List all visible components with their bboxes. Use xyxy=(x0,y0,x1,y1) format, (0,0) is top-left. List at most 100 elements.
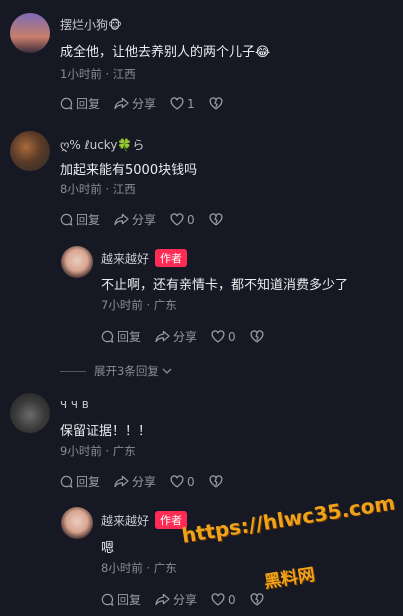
comment-username[interactable]: 摆烂小狗🐵 xyxy=(60,16,122,33)
comment-meta: 8小时前 · 江西 xyxy=(60,181,136,197)
share-button[interactable]: 分享 xyxy=(155,591,197,608)
comment-text: 成全他，让他去养别人的两个儿子😂 xyxy=(60,45,271,60)
reply-actions: 回复 分享 0 xyxy=(101,591,281,608)
share-icon xyxy=(114,97,129,110)
watermark-name: 黑料网 xyxy=(262,564,317,593)
reply-username-text: 越来越好 xyxy=(101,514,150,528)
like-button[interactable]: 1 xyxy=(170,97,195,111)
share-icon xyxy=(155,593,170,606)
reply-icon xyxy=(60,475,73,488)
meta-separator: · xyxy=(146,561,154,575)
reply-icon xyxy=(60,97,73,110)
chevron-down-icon xyxy=(162,368,172,374)
reply-time: 8小时前 xyxy=(101,561,143,575)
broken-heart-icon xyxy=(250,330,264,343)
reply-location: 广东 xyxy=(153,561,177,575)
expand-replies-button[interactable]: 展开3条回复 xyxy=(60,363,172,379)
share-icon xyxy=(155,330,170,343)
dislike-button[interactable] xyxy=(209,97,226,110)
comment-location: 江西 xyxy=(112,182,136,196)
like-count: 0 xyxy=(187,212,195,227)
comment-actions: 回复 分享 0 xyxy=(60,211,240,228)
avatar[interactable] xyxy=(10,393,50,433)
comment-username[interactable]: ч ч в xyxy=(60,397,89,411)
broken-heart-icon xyxy=(209,475,223,488)
like-button[interactable]: 0 xyxy=(211,593,236,607)
share-button[interactable]: 分享 xyxy=(114,211,156,228)
watermark-url: https://hlwc35.com xyxy=(180,490,397,548)
like-count: 0 xyxy=(187,474,195,489)
comment-time: 9小时前 xyxy=(60,444,102,458)
meta-separator: · xyxy=(105,67,113,81)
dislike-button[interactable] xyxy=(209,213,226,226)
comment-meta: 9小时前 · 广东 xyxy=(60,443,136,459)
like-button[interactable]: 0 xyxy=(170,475,195,489)
reply-label: 回复 xyxy=(76,97,101,111)
comment-text: 加起来能有5000块钱吗 xyxy=(60,163,198,178)
share-icon xyxy=(114,475,129,488)
share-button[interactable]: 分享 xyxy=(114,473,156,490)
meta-separator: · xyxy=(105,444,113,458)
share-label: 分享 xyxy=(132,475,157,489)
reply-actions: 回复 分享 0 xyxy=(101,328,281,345)
heart-icon xyxy=(170,213,184,226)
like-count: 1 xyxy=(187,96,195,111)
reply-meta: 7小时前 · 广东 xyxy=(101,297,177,313)
comment-location: 广东 xyxy=(112,444,136,458)
comment-time: 8小时前 xyxy=(60,182,102,196)
reply-label: 回复 xyxy=(76,475,101,489)
comment-location: 江西 xyxy=(112,67,136,81)
avatar[interactable] xyxy=(10,13,50,53)
like-count: 0 xyxy=(228,592,236,607)
reply-icon xyxy=(101,593,114,606)
expand-replies-label: 展开3条回复 xyxy=(94,364,159,378)
reply-icon xyxy=(101,330,114,343)
reply-label: 回复 xyxy=(76,213,101,227)
comment-actions: 回复 分享 0 xyxy=(60,473,240,490)
reply-location: 广东 xyxy=(153,298,177,312)
heart-icon xyxy=(170,97,184,110)
broken-heart-icon xyxy=(209,97,223,110)
avatar[interactable] xyxy=(10,131,50,171)
heart-icon xyxy=(211,593,225,606)
comment-username[interactable]: ღ% ℓucky🍀ら xyxy=(60,136,144,153)
like-count: 0 xyxy=(228,329,236,344)
share-icon xyxy=(114,213,129,226)
reply-label: 回复 xyxy=(117,593,142,607)
share-label: 分享 xyxy=(132,213,157,227)
meta-separator: · xyxy=(146,298,154,312)
reply-icon xyxy=(60,213,73,226)
reply-label: 回复 xyxy=(117,330,142,344)
share-button[interactable]: 分享 xyxy=(114,95,156,112)
reply-username[interactable]: 越来越好 作者 xyxy=(101,511,188,529)
like-button[interactable]: 0 xyxy=(211,330,236,344)
share-button[interactable]: 分享 xyxy=(155,328,197,345)
share-label: 分享 xyxy=(173,593,198,607)
share-label: 分享 xyxy=(132,97,157,111)
reply-button[interactable]: 回复 xyxy=(60,95,100,112)
reply-button[interactable]: 回复 xyxy=(60,211,100,228)
broken-heart-icon xyxy=(209,213,223,226)
avatar[interactable] xyxy=(61,246,93,278)
dislike-button[interactable] xyxy=(250,330,267,343)
reply-button[interactable]: 回复 xyxy=(60,473,100,490)
reply-meta: 8小时前 · 广东 xyxy=(101,560,177,576)
avatar[interactable] xyxy=(61,507,93,539)
reply-username-text: 越来越好 xyxy=(101,252,150,266)
heart-icon xyxy=(170,475,184,488)
comment-meta: 1小时前 · 江西 xyxy=(60,66,136,82)
reply-time: 7小时前 xyxy=(101,298,143,312)
reply-button[interactable]: 回复 xyxy=(101,591,141,608)
expand-divider xyxy=(60,370,86,372)
reply-username[interactable]: 越来越好 作者 xyxy=(101,249,188,267)
broken-heart-icon xyxy=(250,593,264,606)
comment-time: 1小时前 xyxy=(60,67,102,81)
reply-button[interactable]: 回复 xyxy=(101,328,141,345)
like-button[interactable]: 0 xyxy=(170,213,195,227)
meta-separator: · xyxy=(105,182,113,196)
reply-text: 不止啊，还有亲情卡，都不知道消费多少了 xyxy=(101,278,349,293)
dislike-button[interactable] xyxy=(250,593,267,606)
comment-text: 保留证据！！！ xyxy=(60,424,152,439)
dislike-button[interactable] xyxy=(209,475,226,488)
reply-text: 嗯 xyxy=(101,541,115,556)
